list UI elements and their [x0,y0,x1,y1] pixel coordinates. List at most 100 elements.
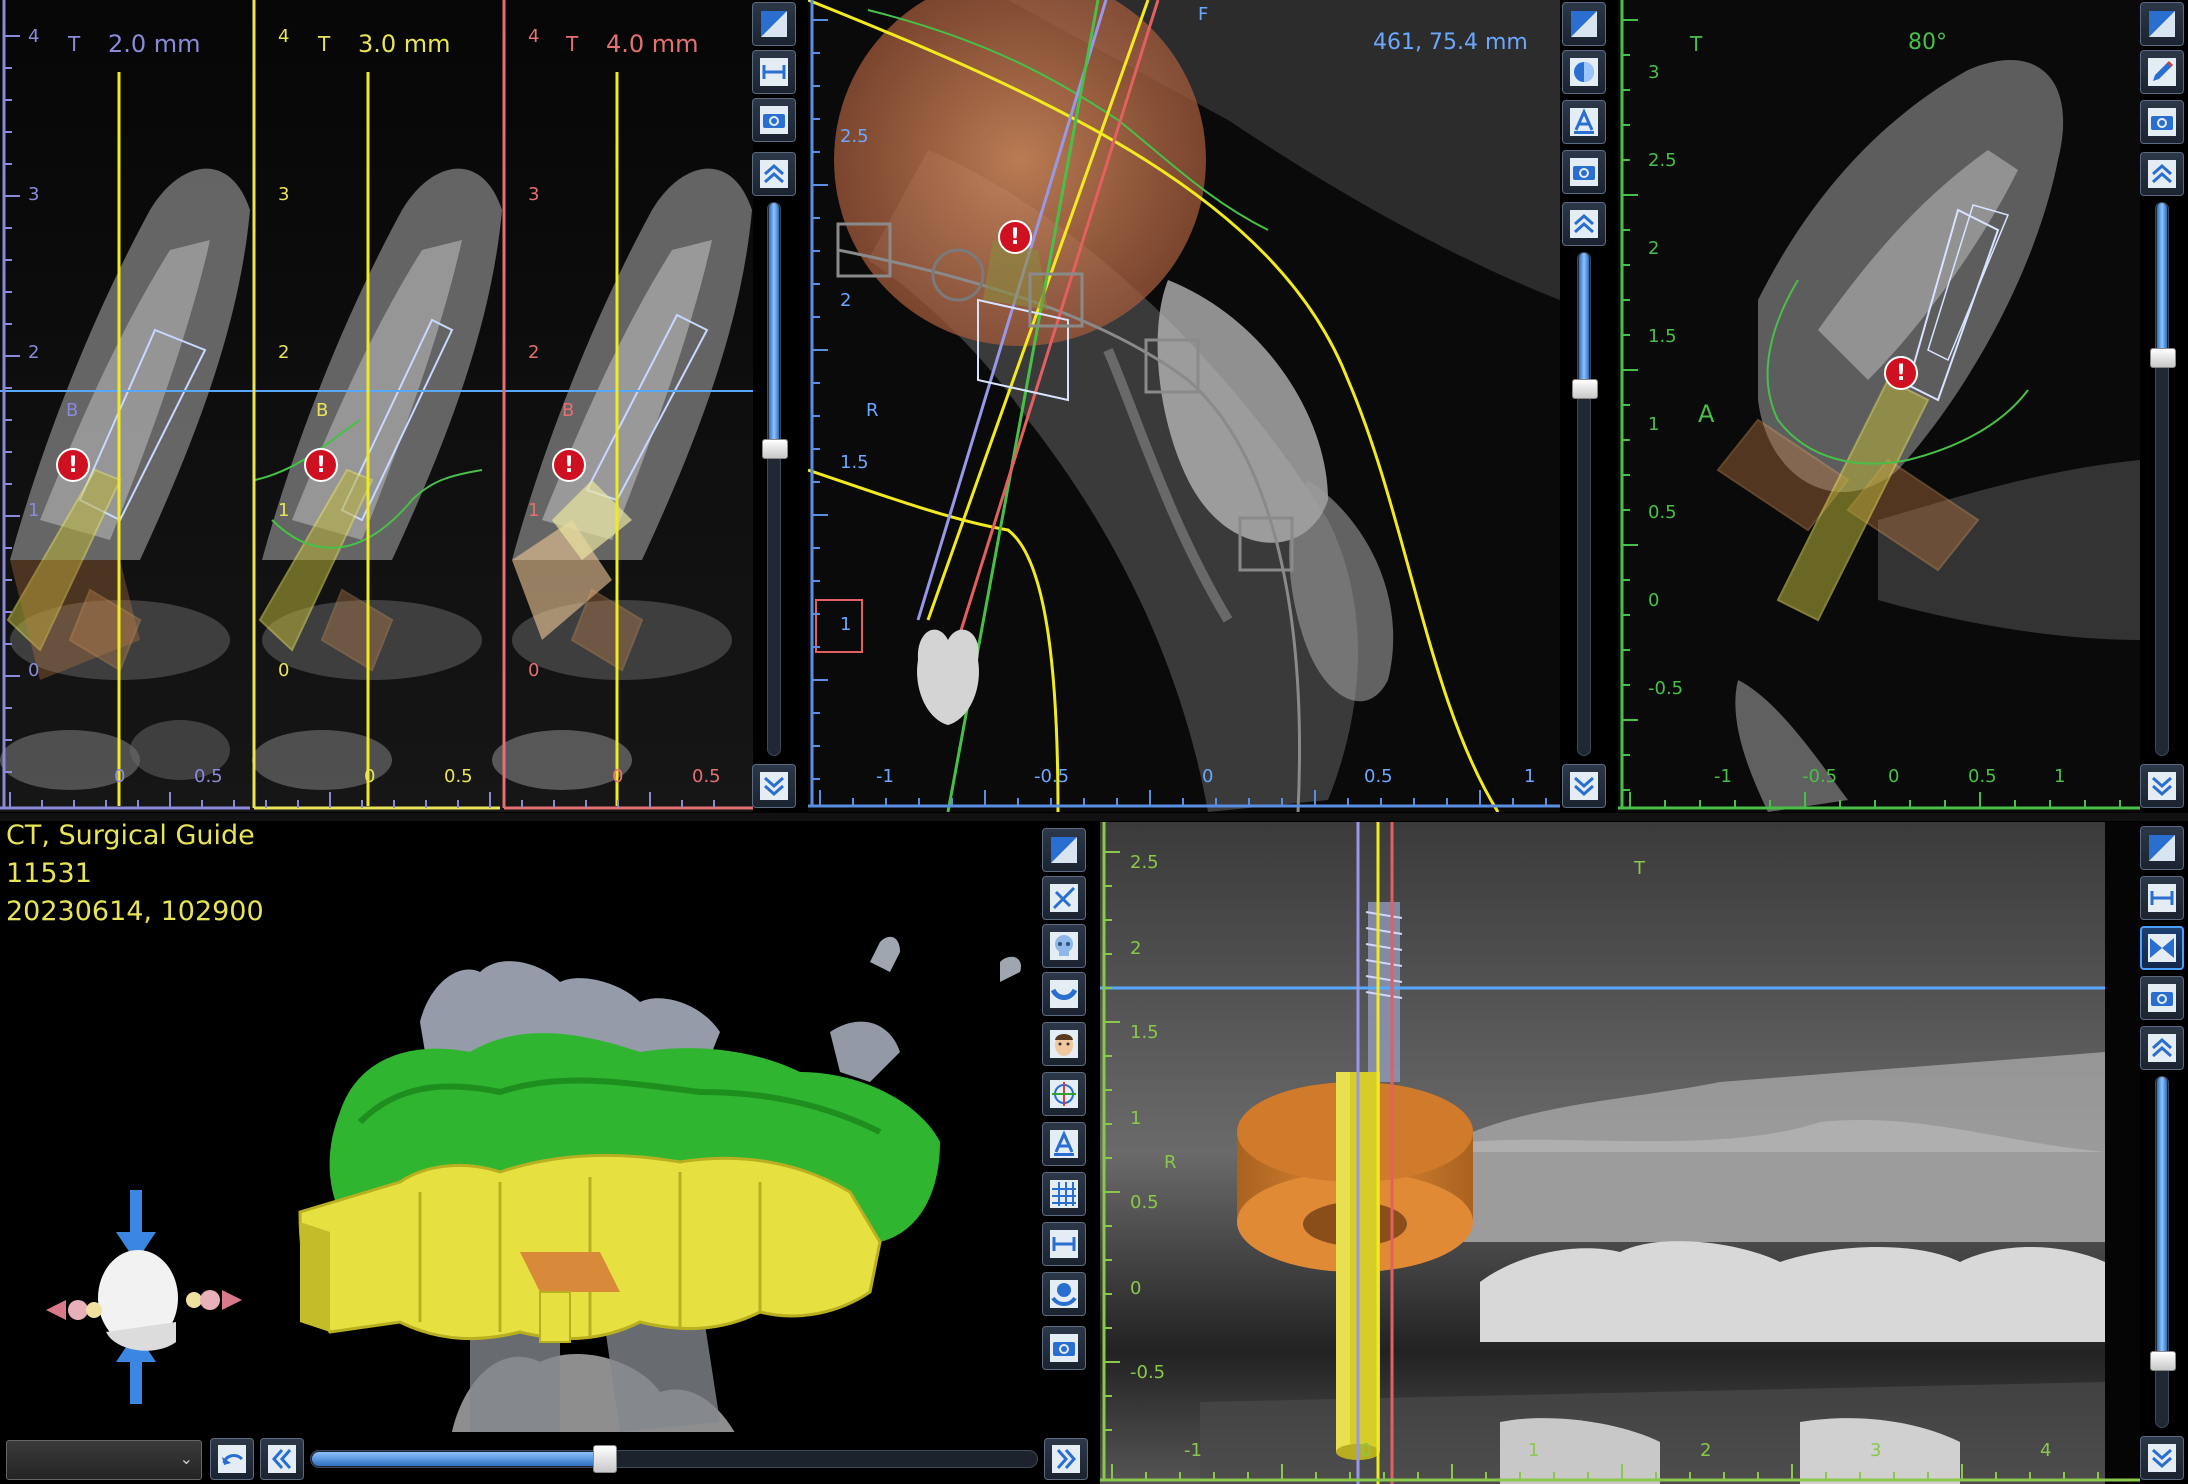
axial-ct-image[interactable] [808,0,1560,812]
slice-2-y-tick: 2 [278,342,290,363]
screenshot-button[interactable] [752,98,796,142]
slice-2-collision-warning-icon[interactable]: ! [304,448,338,482]
screenshot-button[interactable] [2140,976,2184,1020]
panoramic-ct-image[interactable] [1100,822,2140,1484]
slice-3-collision-warning-icon[interactable]: ! [552,448,586,482]
screenshot-button[interactable] [2140,100,2184,144]
slice-1-y-tick: 1 [28,500,40,521]
measure-button[interactable] [1042,1222,1086,1266]
grid-button[interactable] [1042,1172,1086,1216]
annotate-button[interactable] [1562,100,1606,144]
axes-icon [1050,1080,1078,1108]
cross-section-slider-knob[interactable] [762,439,788,459]
model-dropdown[interactable]: ⌄ [6,1440,202,1480]
scroll-up-button[interactable] [2140,152,2184,196]
dental-arch-button[interactable] [1042,972,1086,1016]
scroll-down-icon [760,772,788,800]
scroll-down-button[interactable] [2140,764,2184,808]
axial-box-label: 1 [840,614,852,635]
scroll-up-button[interactable] [752,152,796,196]
reset-view-button[interactable] [1042,828,1086,872]
model-timeline-fill [312,1452,606,1466]
annotate-icon [1570,108,1598,136]
tangential-y-tick: -0.5 [1648,678,1684,699]
ds-icon [1050,1280,1078,1308]
render-mode-button[interactable] [1562,50,1606,94]
screenshot-button[interactable] [1562,150,1606,194]
axial-slider-fill [1579,253,1589,388]
reset-view-icon [2149,11,2175,37]
edit-icon [2148,58,2176,86]
panoramic-x-tick: 4 [2040,1440,2052,1461]
scroll-up-icon [1570,210,1598,238]
axial-orientation-top: F [1198,4,1209,25]
undo-button[interactable] [210,1438,254,1480]
screenshot-icon [2148,108,2176,136]
slice-1-thickness-label: 2.0 mm [108,30,201,58]
panoramic-view: T R 2.5 2 1.5 1 0.5 0 -0.5 -1 0 1 2 3 4 [1100,822,2140,1484]
next-button[interactable] [1044,1438,1088,1480]
tangential-y-tick: 3 [1648,62,1660,83]
tangential-view: ! T 80° A 3 2.5 2 1.5 1 0.5 0 -0.5 -1 -0… [1618,0,2140,812]
model-timeline-knob[interactable] [593,1445,617,1473]
panoramic-slider-knob[interactable] [2150,1351,2176,1371]
screenshot-icon [1050,1334,1078,1362]
panoramic-side-label: R [1164,1152,1177,1173]
scroll-up-icon [2148,160,2176,188]
scroll-down-button[interactable] [2140,1436,2184,1480]
edit-button[interactable] [2140,50,2184,94]
scroll-up-button[interactable] [2140,1026,2184,1070]
model-timeline-slider[interactable] [310,1445,1038,1473]
panoramic-y-tick: 0 [1130,1278,1142,1299]
scroll-up-button[interactable] [1562,202,1606,246]
screenshot-button[interactable] [1042,1326,1086,1370]
panoramic-y-tick: 2 [1130,938,1142,959]
tangential-slider-knob[interactable] [2150,348,2176,368]
slice-2-orientation-label: T [318,32,331,56]
cross-section-slider[interactable] [762,202,788,756]
tangential-y-tick: 0.5 [1648,502,1677,523]
ruler-mode-button[interactable] [2140,926,2184,970]
measure-icon [2148,884,2176,912]
tangential-slider[interactable] [2150,202,2176,756]
axes-button[interactable] [1042,1072,1086,1116]
tangential-x-tick: 0 [1888,766,1900,787]
reset-view-button[interactable] [752,2,796,46]
scroll-down-icon [2148,772,2176,800]
axial-x-tick: -0.5 [1034,766,1070,787]
axial-x-tick: 1 [1524,766,1536,787]
screenshot-icon [1570,158,1598,186]
reset-view-button[interactable] [2140,2,2184,46]
measure-button[interactable] [752,50,796,94]
previous-button[interactable] [260,1438,304,1480]
tangential-ct-image[interactable] [1618,0,2140,812]
scroll-down-button[interactable] [752,764,796,808]
panoramic-x-tick: 1 [1528,1440,1540,1461]
orientation-widget[interactable] [36,1182,246,1412]
clip-button[interactable] [1042,876,1086,920]
annotate-button[interactable] [1042,1122,1086,1166]
scroll-down-button[interactable] [1562,764,1606,808]
slice-1-collision-warning-icon[interactable]: ! [56,448,90,482]
axial-slider-knob[interactable] [1572,379,1598,399]
slice-1-marker: B [66,400,79,421]
reset-view-button[interactable] [1562,2,1606,46]
tangential-y-tick: 2 [1648,238,1660,259]
panoramic-slider[interactable] [2150,1076,2176,1428]
slice-2-y-tick: 3 [278,184,290,205]
screenshot-icon [760,106,788,134]
cross-section-ct-image[interactable] [0,0,753,812]
measure-button[interactable] [2140,876,2184,920]
horizontal-separator [0,813,2188,821]
skull-icon [1050,932,1078,960]
reset-view-button[interactable] [2140,826,2184,870]
tangential-collision-warning-icon[interactable]: ! [1884,356,1918,390]
patient-id-label: 11531 [6,858,92,889]
slice-3-y-tick: 2 [528,342,540,363]
scroll-up-icon [760,160,788,188]
axial-slider[interactable] [1572,252,1598,756]
axial-collision-warning-icon[interactable]: ! [998,220,1032,254]
skull-button[interactable] [1042,924,1086,968]
face-button[interactable] [1042,1022,1086,1066]
ds-button[interactable] [1042,1272,1086,1316]
